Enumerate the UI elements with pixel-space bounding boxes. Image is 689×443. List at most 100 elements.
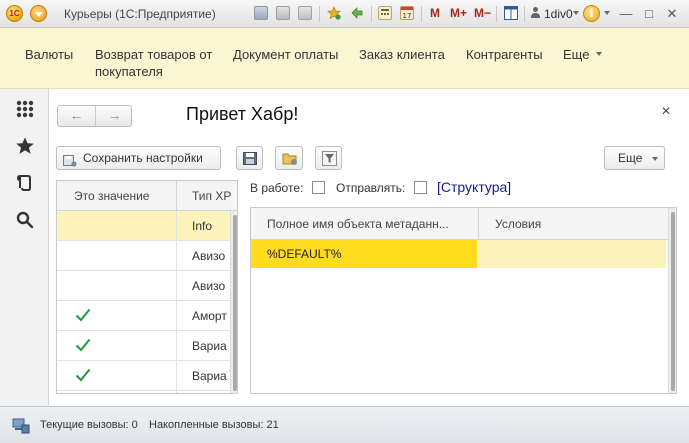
sections-panel: Валюты Возврат товаров от покупателя Док… bbox=[0, 28, 689, 89]
toolbar-separator bbox=[421, 6, 422, 22]
save-settings-button[interactable]: Сохранить настройки bbox=[56, 146, 221, 170]
row-full-name[interactable]: %DEFAULT% bbox=[251, 240, 477, 268]
server-calls-icon[interactable] bbox=[12, 418, 30, 434]
preview-icon[interactable] bbox=[298, 6, 312, 20]
row-type: Info bbox=[192, 219, 213, 233]
table-row[interactable]: %DEFAULT% bbox=[251, 240, 666, 268]
folder-gear-icon bbox=[282, 153, 297, 165]
structure-link[interactable]: [Структура] bbox=[437, 179, 511, 195]
section-customer-returns[interactable]: Возврат товаров от покупателя bbox=[95, 46, 220, 80]
current-calls: Текущие вызовы: 0 bbox=[40, 419, 138, 431]
toolbar-separator bbox=[496, 6, 497, 22]
table-row[interactable]: Авизо bbox=[57, 271, 230, 301]
svg-text:17: 17 bbox=[403, 12, 412, 19]
print-icon[interactable] bbox=[276, 6, 290, 20]
1c-logo-icon[interactable]: 1C bbox=[6, 5, 23, 22]
apps-grid-icon[interactable] bbox=[15, 99, 35, 119]
toolbar-separator bbox=[319, 6, 320, 22]
user-icon bbox=[531, 7, 540, 19]
in-work-label: В работе: bbox=[250, 181, 304, 195]
column-divider bbox=[176, 211, 177, 393]
toolbar-separator bbox=[524, 6, 525, 22]
forward-button[interactable]: → bbox=[96, 106, 133, 126]
favorites-add-icon[interactable] bbox=[327, 6, 341, 20]
chevron-down-icon[interactable] bbox=[604, 11, 610, 15]
row-type: Вариа bbox=[192, 339, 227, 353]
checkmark-icon bbox=[75, 338, 91, 352]
open-settings-button[interactable] bbox=[275, 146, 303, 170]
metadata-table[interactable]: Полное имя объекта метаданн... Условия %… bbox=[250, 207, 677, 394]
types-table[interactable]: Это значение Тип ХР Info Авизо Авизо Амо… bbox=[56, 180, 238, 394]
row-type: Вариа bbox=[192, 369, 227, 383]
filter-button[interactable] bbox=[315, 146, 342, 170]
table-row[interactable]: Вариа bbox=[57, 361, 230, 391]
main-menu-icon[interactable] bbox=[30, 5, 47, 22]
save-button[interactable] bbox=[236, 146, 263, 170]
row-conditions[interactable] bbox=[477, 240, 666, 268]
more-label: Еще bbox=[618, 151, 643, 165]
table-row[interactable]: Аморт bbox=[57, 301, 230, 331]
filter-icon bbox=[322, 151, 337, 166]
save-settings-label: Сохранить настройки bbox=[83, 151, 203, 165]
send-checkbox[interactable] bbox=[414, 181, 427, 194]
section-counterparties[interactable]: Контрагенты bbox=[466, 46, 543, 63]
send-label: Отправлять: bbox=[336, 181, 406, 195]
panels-layout-icon[interactable] bbox=[504, 6, 518, 20]
chevron-down-icon bbox=[652, 157, 658, 161]
star-icon[interactable] bbox=[15, 136, 35, 156]
window-titlebar: 1C Курьеры (1С:Предприятие) 17 M M+ M− 1… bbox=[0, 0, 689, 28]
close-window-button[interactable]: ✕ bbox=[663, 5, 681, 22]
minimize-button[interactable]: — bbox=[617, 5, 635, 22]
memory-plus-button[interactable]: M+ bbox=[450, 6, 467, 20]
types-table-scrollbar[interactable] bbox=[230, 211, 237, 393]
column-conditions[interactable]: Условия bbox=[479, 208, 666, 240]
column-is-value[interactable]: Это значение bbox=[57, 181, 177, 211]
table-row[interactable]: Info bbox=[57, 211, 230, 241]
window-title: Курьеры (1С:Предприятие) bbox=[64, 7, 216, 21]
form-close-button[interactable]: × bbox=[659, 103, 673, 121]
types-table-header: Это значение Тип ХР bbox=[57, 181, 237, 211]
more-menu-button[interactable]: Еще bbox=[604, 146, 665, 170]
section-more[interactable]: Еще bbox=[563, 46, 589, 63]
column-type[interactable]: Тип ХР bbox=[177, 181, 237, 211]
left-sidebar bbox=[0, 89, 49, 406]
chevron-down-icon[interactable] bbox=[573, 11, 579, 15]
calculator-icon[interactable] bbox=[378, 6, 392, 20]
chevron-down-icon[interactable] bbox=[596, 52, 602, 56]
metadata-table-header: Полное имя объекта метаданн... Условия bbox=[251, 208, 676, 240]
scrollbar-thumb[interactable] bbox=[671, 212, 675, 391]
history-icon[interactable] bbox=[15, 173, 35, 193]
accumulated-calls: Накопленные вызовы: 21 bbox=[149, 419, 279, 431]
search-icon[interactable] bbox=[15, 210, 35, 230]
memory-minus-button[interactable]: M− bbox=[474, 6, 491, 20]
column-full-name[interactable]: Полное имя объекта метаданн... bbox=[251, 208, 479, 240]
metadata-table-scrollbar[interactable] bbox=[668, 208, 676, 393]
save-icon[interactable] bbox=[254, 6, 268, 20]
row-type: Авизо bbox=[192, 279, 226, 293]
toolbar-separator bbox=[371, 6, 372, 22]
checkmark-icon bbox=[75, 308, 91, 322]
row-type: Аморт bbox=[192, 309, 227, 323]
nav-buttons: ← → bbox=[57, 105, 132, 127]
form-window: ← → Привет Хабр! × Сохранить настройки Е… bbox=[49, 89, 689, 406]
maximize-button[interactable]: □ bbox=[640, 5, 658, 22]
table-row[interactable]: Авизо bbox=[57, 241, 230, 271]
scrollbar-thumb[interactable] bbox=[233, 215, 237, 391]
section-currencies[interactable]: Валюты bbox=[25, 46, 73, 63]
current-user[interactable]: 1div0 bbox=[544, 7, 573, 21]
info-icon[interactable]: i bbox=[583, 5, 600, 22]
table-row[interactable]: Вариа bbox=[57, 331, 230, 361]
row-type: Авизо bbox=[192, 249, 226, 263]
calendar-icon[interactable]: 17 bbox=[400, 6, 414, 20]
checkmark-icon bbox=[75, 368, 91, 382]
go-back-icon[interactable] bbox=[350, 6, 364, 20]
form-title: Привет Хабр! bbox=[186, 104, 299, 124]
floppy-icon bbox=[243, 152, 257, 165]
memory-m-button[interactable]: M bbox=[430, 6, 440, 20]
back-button[interactable]: ← bbox=[58, 106, 95, 126]
settings-save-icon bbox=[63, 152, 77, 167]
section-customer-order[interactable]: Заказ клиента bbox=[359, 46, 445, 63]
section-payment-document[interactable]: Документ оплаты bbox=[233, 46, 338, 63]
status-bar: Текущие вызовы: 0 Накопленные вызовы: 21 bbox=[0, 406, 689, 443]
in-work-checkbox[interactable] bbox=[312, 181, 325, 194]
